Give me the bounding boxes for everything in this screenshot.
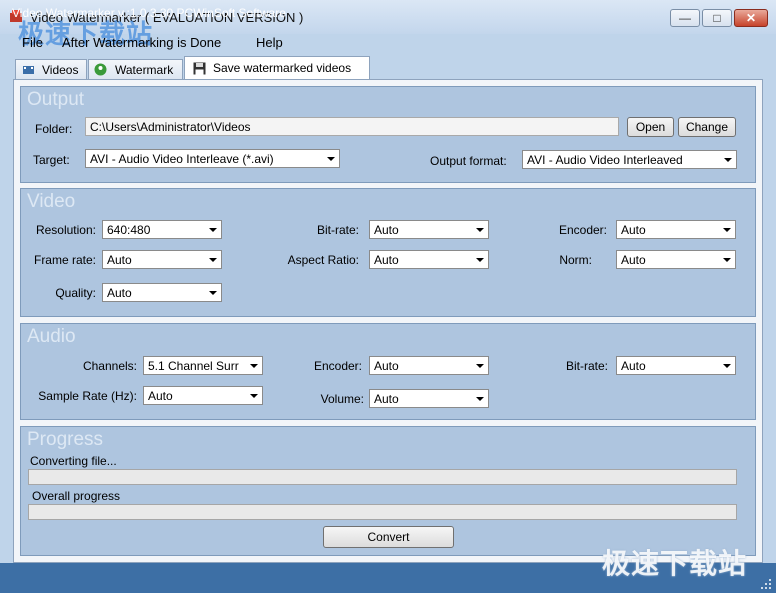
overall-progress-label: Overall progress: [32, 489, 121, 503]
minimize-button[interactable]: —: [670, 9, 700, 27]
resolution-value: 640:480: [107, 223, 151, 237]
output-format-value: AVI - Audio Video Interleaved: [527, 153, 683, 167]
folder-value: C:\Users\Administrator\Videos: [90, 120, 251, 134]
output-group-title: Output: [27, 89, 85, 110]
volume-select[interactable]: Auto: [369, 389, 489, 408]
minimize-icon: —: [679, 11, 691, 25]
chevron-down-icon: [209, 291, 217, 295]
tab-save-label: Save watermarked videos: [213, 61, 352, 75]
close-button[interactable]: ✕: [734, 9, 768, 27]
quality-label: Quality:: [55, 286, 96, 300]
channels-select[interactable]: 5.1 Channel Surr: [143, 356, 263, 375]
framerate-value: Auto: [107, 253, 132, 267]
norm-value: Auto: [621, 253, 646, 267]
video-encoder-value: Auto: [621, 223, 646, 237]
audio-group-title: Audio: [27, 326, 76, 347]
norm-select[interactable]: Auto: [616, 250, 736, 269]
chevron-down-icon: [250, 364, 258, 368]
convert-button[interactable]: Convert: [323, 526, 454, 548]
progress-group-title: Progress: [27, 429, 104, 450]
resolution-label: Resolution:: [35, 223, 96, 237]
floppy-disk-icon: [193, 62, 206, 75]
target-select[interactable]: AVI - Audio Video Interleave (*.avi): [85, 149, 340, 168]
converting-progress-bar: [28, 469, 737, 485]
audio-encoder-label: Encoder:: [313, 359, 362, 373]
chevron-down-icon: [723, 364, 731, 368]
volume-value: Auto: [374, 392, 399, 406]
chevron-down-icon: [209, 228, 217, 232]
folder-field[interactable]: C:\Users\Administrator\Videos: [85, 117, 619, 136]
chevron-down-icon: [327, 157, 335, 161]
chevron-down-icon: [476, 397, 484, 401]
aspect-ratio-select[interactable]: Auto: [369, 250, 489, 269]
audio-encoder-value: Auto: [374, 359, 399, 373]
video-bitrate-label: Bit-rate:: [316, 223, 359, 237]
film-icon: [23, 66, 34, 74]
framerate-select[interactable]: Auto: [102, 250, 222, 269]
status-text: Video Watermarker v.:1.0.3.30 PCWinSoft …: [12, 6, 286, 20]
tab-save-watermarked-videos[interactable]: Save watermarked videos: [184, 56, 370, 80]
watermark-logo-corner: 极速下载站: [602, 547, 748, 580]
channels-value: 5.1 Channel Surr: [148, 359, 239, 373]
video-encoder-select[interactable]: Auto: [616, 220, 736, 239]
menu-help[interactable]: Help: [256, 35, 283, 50]
chevron-down-icon: [476, 364, 484, 368]
chevron-down-icon: [476, 258, 484, 262]
video-group-title: Video: [27, 191, 76, 212]
tab-videos-label: Videos: [42, 63, 79, 77]
sample-rate-label: Sample Rate (Hz):: [38, 389, 137, 403]
audio-encoder-select[interactable]: Auto: [369, 356, 489, 375]
target-label: Target:: [33, 153, 70, 167]
aspect-ratio-label: Aspect Ratio:: [287, 253, 359, 267]
change-button[interactable]: Change: [678, 117, 736, 137]
chevron-down-icon: [476, 228, 484, 232]
output-format-label: Output format:: [430, 154, 507, 168]
tab-watermark[interactable]: Watermark: [88, 59, 183, 79]
video-bitrate-value: Auto: [374, 223, 399, 237]
converting-file-label: Converting file...: [30, 454, 117, 468]
output-format-select[interactable]: AVI - Audio Video Interleaved: [522, 150, 737, 169]
chevron-down-icon: [723, 258, 731, 262]
aspect-ratio-value: Auto: [374, 253, 399, 267]
video-bitrate-select[interactable]: Auto: [369, 220, 489, 239]
target-value: AVI - Audio Video Interleave (*.avi): [90, 152, 274, 166]
audio-bitrate-label: Bit-rate:: [565, 359, 608, 373]
resize-grip-icon[interactable]: [760, 578, 772, 590]
channels-label: Channels:: [82, 359, 137, 373]
sample-rate-select[interactable]: Auto: [143, 386, 263, 405]
menu-after-watermarking[interactable]: After Watermarking is Done: [62, 35, 221, 50]
quality-select[interactable]: Auto: [102, 283, 222, 302]
norm-label: Norm:: [559, 253, 592, 267]
chevron-down-icon: [724, 158, 732, 162]
folder-label: Folder:: [35, 122, 73, 136]
maximize-button[interactable]: □: [702, 9, 732, 27]
framerate-label: Frame rate:: [33, 253, 96, 267]
overall-progress-bar: [28, 504, 737, 520]
chevron-down-icon: [209, 258, 217, 262]
tab-videos[interactable]: Videos: [15, 59, 87, 79]
chevron-down-icon: [723, 228, 731, 232]
audio-bitrate-select[interactable]: Auto: [616, 356, 736, 375]
open-button[interactable]: Open: [627, 117, 674, 137]
volume-label: Volume:: [320, 392, 364, 406]
quality-value: Auto: [107, 286, 132, 300]
tab-watermark-label: Watermark: [115, 63, 174, 77]
audio-bitrate-value: Auto: [621, 359, 646, 373]
sample-rate-value: Auto: [148, 389, 173, 403]
resolution-select[interactable]: 640:480: [102, 220, 222, 239]
video-encoder-label: Encoder:: [558, 223, 607, 237]
watermark-icon: [94, 63, 107, 76]
close-icon: ✕: [745, 11, 757, 25]
maximize-icon: □: [713, 11, 721, 25]
chevron-down-icon: [250, 394, 258, 398]
menu-file[interactable]: File: [22, 35, 43, 50]
